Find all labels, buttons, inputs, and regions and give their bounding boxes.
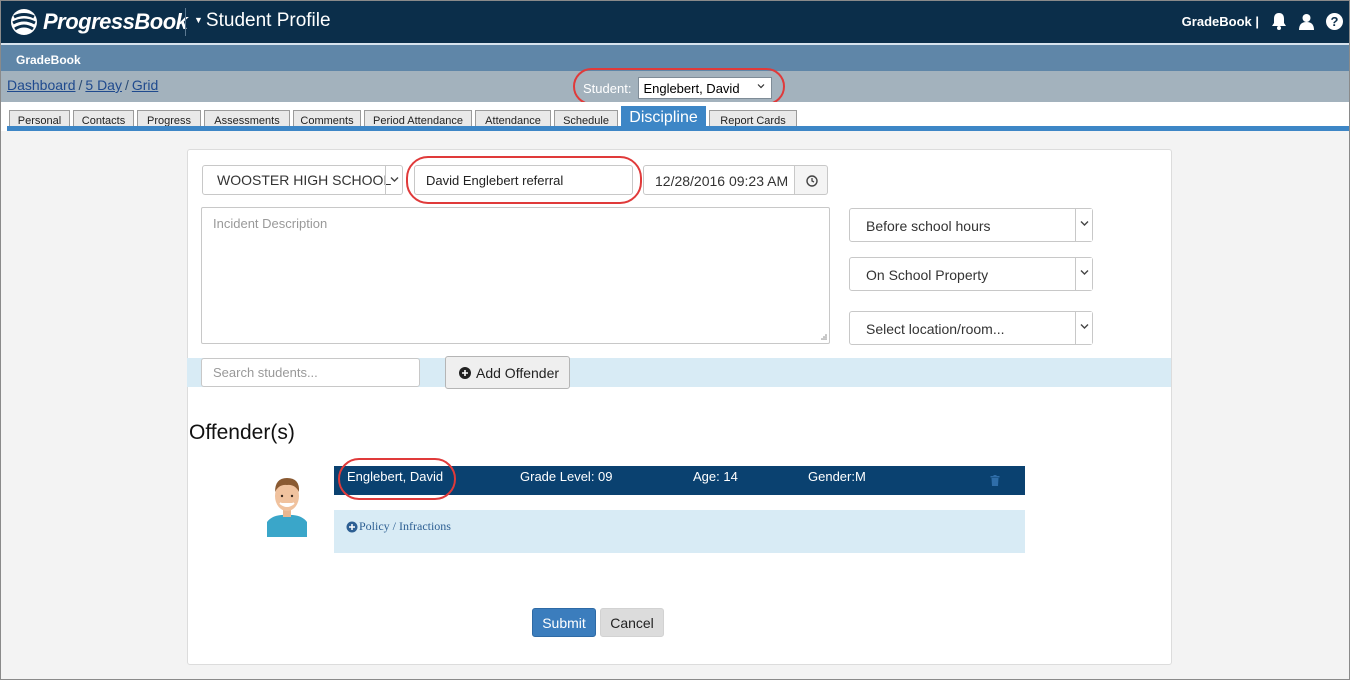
school-select-toggle[interactable] (385, 166, 402, 194)
caret-down-icon: ▼ (194, 15, 203, 25)
trash-icon[interactable] (990, 475, 1000, 486)
breadcrumb-separator: / (124, 77, 129, 93)
offender-name[interactable]: Englebert, David (347, 469, 443, 484)
app-title: Student Profile (205, 10, 331, 31)
user-icon[interactable] (1299, 13, 1314, 30)
submit-button[interactable]: Submit (532, 608, 596, 637)
referral-title-input[interactable]: David Englebert referral (414, 165, 633, 195)
school-select[interactable]: WOOSTER HIGH SCHOOL (202, 165, 403, 195)
svg-text:?: ? (1331, 14, 1339, 29)
offender-age: Age: 14 (693, 469, 738, 484)
chevron-down-icon (1080, 324, 1089, 329)
breadcrumb: Dashboard/5 Day / Grid (7, 77, 158, 93)
property-value: On School Property (866, 267, 989, 283)
add-offender-label: Add Offender (476, 365, 560, 381)
plus-circle-icon (459, 367, 471, 379)
offenders-heading: Offender(s) (189, 421, 295, 444)
location-select[interactable]: Select location/room... (849, 311, 1093, 345)
property-select[interactable]: On School Property (849, 257, 1093, 291)
gradebook-link[interactable]: GradeBook | (1182, 14, 1259, 29)
help-icon[interactable]: ? (1326, 12, 1343, 30)
school-select-value: WOOSTER HIGH SCHOOL (217, 172, 392, 188)
location-placeholder: Select location/room... (866, 321, 1005, 337)
incident-description-placeholder: Incident Description (213, 216, 328, 231)
top-right-toolbar: GradeBook | ? (1182, 12, 1343, 30)
offender-grade-level: Grade Level: 09 (520, 469, 613, 484)
student-dropdown-value: Englebert, David (643, 81, 740, 96)
student-selector: Student: Englebert, David (583, 77, 773, 99)
student-dropdown[interactable]: Englebert, David (638, 77, 773, 99)
time-of-day-toggle[interactable] (1075, 209, 1092, 241)
student-label: Student: (583, 80, 632, 96)
chevron-down-icon (758, 84, 765, 89)
progressbook-logo[interactable]: ProgressBook (9, 7, 188, 37)
breadcrumb-separator: / (78, 77, 83, 93)
resize-grip-icon[interactable] (819, 333, 827, 341)
policy-infractions-label: Policy / Infractions (359, 519, 451, 533)
bell-icon[interactable] (1271, 12, 1287, 30)
top-navbar: ProgressBook ▼ Student Profile GradeBook… (1, 1, 1349, 43)
location-toggle[interactable] (1075, 312, 1092, 344)
breadcrumb-grid[interactable]: Grid (132, 77, 158, 93)
gradebook-label: GradeBook (16, 53, 81, 67)
offender-row: Englebert, David Grade Level: 09 Age: 14… (334, 466, 1025, 495)
property-toggle[interactable] (1075, 258, 1092, 290)
app-window: ProgressBook ▼ Student Profile GradeBook… (0, 0, 1350, 680)
progressbook-logo-icon (11, 9, 37, 35)
incident-datetime-input[interactable]: 12/28/2016 09:23 AM (643, 165, 795, 195)
app-title-menu[interactable]: ▼ Student Profile (194, 10, 331, 32)
clock-icon (806, 175, 818, 187)
chevron-down-icon (390, 177, 399, 182)
chevron-down-icon (1080, 270, 1089, 275)
header-divider (185, 8, 186, 36)
cancel-button[interactable]: Cancel (600, 608, 664, 637)
offender-gender: Gender:M (808, 469, 866, 484)
breadcrumb-5-day[interactable]: 5 Day (85, 77, 122, 93)
policy-infractions-link[interactable]: Policy / Infractions (346, 519, 451, 534)
datetime-picker-button[interactable] (794, 165, 828, 195)
student-photo (267, 470, 307, 537)
logo-text: ProgressBook (43, 9, 188, 34)
search-students-input[interactable]: Search students... (201, 358, 420, 387)
plus-circle-icon (346, 521, 358, 532)
breadcrumb-bar: Dashboard/5 Day / Grid Student: Englebert,… (1, 71, 1349, 102)
time-of-day-value: Before school hours (866, 218, 991, 234)
incident-description-textarea[interactable]: Incident Description (201, 207, 830, 344)
breadcrumb-dashboard[interactable]: Dashboard (7, 77, 76, 93)
time-of-day-select[interactable]: Before school hours (849, 208, 1093, 242)
chevron-down-icon (1080, 221, 1089, 226)
add-offender-button[interactable]: Add Offender (445, 356, 570, 389)
gradebook-bar: GradeBook (1, 43, 1349, 71)
